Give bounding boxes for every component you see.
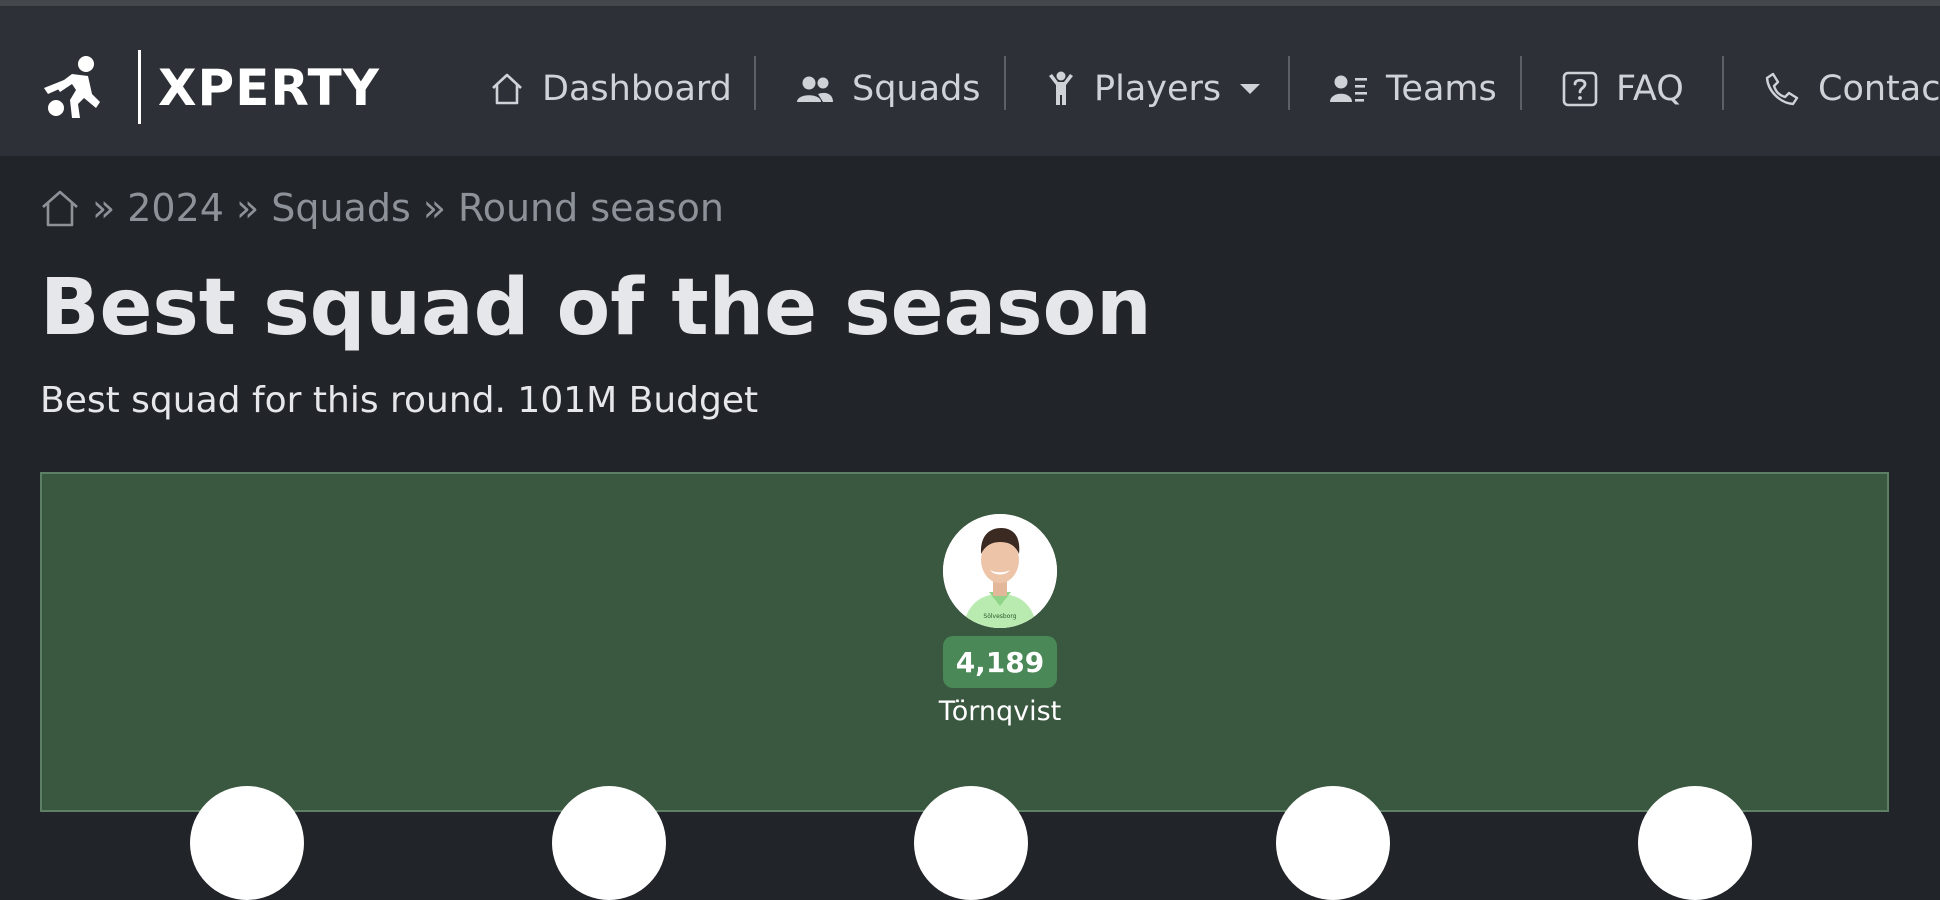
phone-icon xyxy=(1765,72,1799,106)
breadcrumb-item-round-season: Round season xyxy=(458,186,724,230)
nav-teams[interactable]: Teams xyxy=(1330,56,1497,122)
nav-contact[interactable]: Contact xyxy=(1764,56,1940,122)
brand-divider xyxy=(138,50,141,124)
nav-faq-label: FAQ xyxy=(1616,69,1684,109)
brand[interactable]: XPERTY xyxy=(42,50,379,126)
kit-sponsor-text: Sölvesborg xyxy=(983,613,1016,620)
soccer-player-kick-icon xyxy=(44,56,100,118)
player-avatar[interactable] xyxy=(914,786,1028,900)
nav-separator xyxy=(1722,56,1724,110)
nav-dashboard[interactable]: Dashboard xyxy=(490,56,732,122)
nav-dashboard-label: Dashboard xyxy=(542,69,732,109)
breadcrumb-separator: » xyxy=(235,186,260,230)
breadcrumb-item-squads[interactable]: Squads xyxy=(271,186,411,230)
page-subtitle: Best squad for this round. 101M Budget xyxy=(40,380,759,421)
top-navbar: XPERTY Dashboard Squads Players Teams FA… xyxy=(0,6,1940,156)
player-avatar[interactable] xyxy=(552,786,666,900)
player-card-goalkeeper[interactable]: Sölvesborg 4,189 Törnqvist xyxy=(910,514,1090,727)
player-avatar[interactable] xyxy=(190,786,304,900)
player-avatar: Sölvesborg xyxy=(943,514,1057,628)
nav-faq[interactable]: FAQ xyxy=(1562,56,1684,122)
home-icon[interactable] xyxy=(40,188,80,228)
nav-separator xyxy=(1288,56,1290,110)
player-points-badge: 4,189 xyxy=(943,636,1057,688)
nav-squads-label: Squads xyxy=(852,69,981,109)
users-icon xyxy=(797,76,833,102)
player-photo: Sölvesborg xyxy=(943,514,1057,628)
breadcrumb: » 2024 » Squads » Round season xyxy=(40,180,724,236)
nav-separator xyxy=(754,56,756,110)
player-avatar[interactable] xyxy=(1638,786,1752,900)
player-name[interactable]: Törnqvist xyxy=(939,696,1062,727)
squad-pitch: Sölvesborg 4,189 Törnqvist xyxy=(40,472,1889,900)
brand-name: XPERTY xyxy=(158,59,380,117)
nav-players-label: Players xyxy=(1094,69,1222,109)
breadcrumb-item-2024[interactable]: 2024 xyxy=(127,186,224,230)
player-avatar[interactable] xyxy=(1276,786,1390,900)
question-square-icon xyxy=(1562,71,1598,107)
nav-separator xyxy=(1004,56,1006,110)
breadcrumb-separator: » xyxy=(422,186,446,230)
nav-squads[interactable]: Squads xyxy=(796,56,981,122)
caret-down-icon xyxy=(1240,84,1261,94)
page-title: Best squad of the season xyxy=(40,263,1152,353)
user-list-icon xyxy=(1330,75,1367,102)
person-icon xyxy=(1049,71,1073,105)
breadcrumb-separator: » xyxy=(92,186,116,230)
nav-players[interactable]: Players xyxy=(1046,56,1261,122)
nav-contact-label: Contact xyxy=(1818,69,1940,109)
home-icon xyxy=(492,73,522,105)
nav-separator xyxy=(1520,56,1522,110)
nav-teams-label: Teams xyxy=(1386,69,1497,109)
